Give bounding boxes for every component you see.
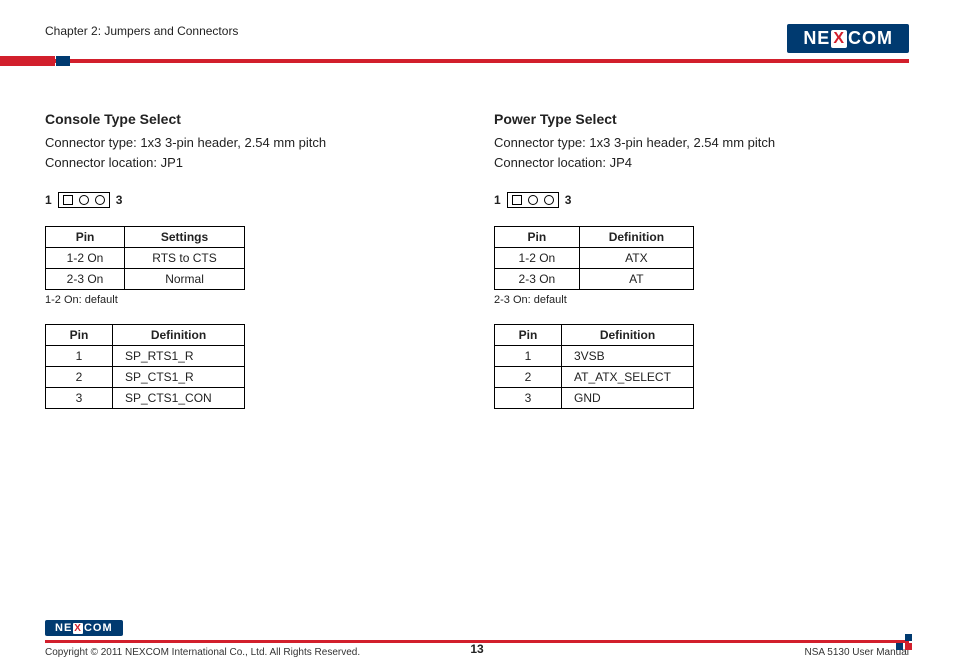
nexcom-logo: NEXCOM — [787, 24, 909, 53]
cell: SP_CTS1_CON — [113, 388, 245, 409]
settings-table: Pin Settings 1-2 On RTS to CTS 2-3 On No… — [45, 226, 245, 290]
cell: SP_CTS1_R — [113, 367, 245, 388]
logo-x-icon: X — [73, 623, 83, 634]
logo-post: COM — [848, 28, 893, 49]
cell: 3VSB — [562, 346, 694, 367]
table-row: 1-2 On ATX — [495, 248, 694, 269]
pin-circle-icon — [79, 195, 89, 205]
desc-line2: Connector location: JP4 — [494, 155, 632, 170]
desc-line1: Connector type: 1x3 3-pin header, 2.54 m… — [45, 135, 326, 150]
cell: 3 — [46, 388, 113, 409]
jumper-diagram: 1 3 — [494, 192, 909, 208]
th-settings: Settings — [125, 227, 245, 248]
page-footer: NEXCOM Copyright © 2011 NEXCOM Internati… — [45, 640, 909, 658]
power-type-section: Power Type Select Connector type: 1x3 3-… — [494, 111, 909, 409]
cell: 1-2 On — [495, 248, 580, 269]
pin-circle-icon — [544, 195, 554, 205]
pin-circle-icon — [95, 195, 105, 205]
page-number: 13 — [470, 642, 483, 656]
cell: Normal — [125, 269, 245, 290]
section-title: Console Type Select — [45, 111, 460, 127]
logo-pre: NE — [55, 622, 72, 634]
cell: 3 — [495, 388, 562, 409]
th-pin: Pin — [46, 325, 113, 346]
pin-label-1: 1 — [494, 193, 501, 207]
cell: AT_ATX_SELECT — [562, 367, 694, 388]
cell: 2-3 On — [495, 269, 580, 290]
pin-label-3: 3 — [565, 193, 572, 207]
console-type-section: Console Type Select Connector type: 1x3 … — [45, 111, 460, 409]
logo-x-icon: X — [831, 30, 847, 48]
cell: 2-3 On — [46, 269, 125, 290]
table-row: 3 GND — [495, 388, 694, 409]
cell: GND — [562, 388, 694, 409]
jumper-box — [507, 192, 559, 208]
th-definition: Definition — [579, 227, 693, 248]
settings-table: Pin Definition 1-2 On ATX 2-3 On AT — [494, 226, 694, 290]
header-accent-blue — [56, 56, 70, 66]
chapter-title: Chapter 2: Jumpers and Connectors — [45, 24, 238, 38]
th-definition: Definition — [562, 325, 694, 346]
table-row: Pin Definition — [495, 325, 694, 346]
cell: AT — [579, 269, 693, 290]
sq-blue — [896, 643, 903, 650]
table-row: 2-3 On AT — [495, 269, 694, 290]
desc-line1: Connector type: 1x3 3-pin header, 2.54 m… — [494, 135, 775, 150]
table-row: 1-2 On RTS to CTS — [46, 248, 245, 269]
logo-pre: NE — [803, 28, 830, 49]
cell: ATX — [579, 248, 693, 269]
definition-table: Pin Definition 1 3VSB 2 AT_ATX_SELECT 3 … — [494, 324, 694, 409]
table-row: 2-3 On Normal — [46, 269, 245, 290]
footer-logo: NEXCOM — [45, 620, 123, 636]
table-row: Pin Definition — [46, 325, 245, 346]
header-divider — [45, 59, 909, 63]
logo-post: COM — [84, 622, 113, 634]
sq-red — [905, 643, 912, 650]
table-row: 2 AT_ATX_SELECT — [495, 367, 694, 388]
cell: 1 — [495, 346, 562, 367]
sq-blue — [905, 634, 912, 641]
default-note: 1-2 On: default — [45, 294, 460, 306]
cell: 1 — [46, 346, 113, 367]
section-title: Power Type Select — [494, 111, 909, 127]
th-pin: Pin — [46, 227, 125, 248]
copyright: Copyright © 2011 NEXCOM International Co… — [45, 647, 360, 658]
pin-label-3: 3 — [116, 193, 123, 207]
th-pin: Pin — [495, 325, 562, 346]
table-row: Pin Definition — [495, 227, 694, 248]
section-desc: Connector type: 1x3 3-pin header, 2.54 m… — [45, 133, 460, 172]
cell: RTS to CTS — [125, 248, 245, 269]
table-row: 2 SP_CTS1_R — [46, 367, 245, 388]
th-pin: Pin — [495, 227, 580, 248]
pin-square-icon — [63, 195, 73, 205]
header-accent-red — [0, 56, 55, 66]
footer-squares-icon — [896, 634, 913, 651]
pin-label-1: 1 — [45, 193, 52, 207]
section-desc: Connector type: 1x3 3-pin header, 2.54 m… — [494, 133, 909, 172]
cell: 1-2 On — [46, 248, 125, 269]
desc-line2: Connector location: JP1 — [45, 155, 183, 170]
pin-square-icon — [512, 195, 522, 205]
default-note: 2-3 On: default — [494, 294, 909, 306]
table-row: 3 SP_CTS1_CON — [46, 388, 245, 409]
cell: 2 — [495, 367, 562, 388]
definition-table: Pin Definition 1 SP_RTS1_R 2 SP_CTS1_R 3… — [45, 324, 245, 409]
table-row: 1 3VSB — [495, 346, 694, 367]
table-row: 1 SP_RTS1_R — [46, 346, 245, 367]
manual-name: NSA 5130 User Manual — [804, 647, 909, 658]
pin-circle-icon — [528, 195, 538, 205]
sq — [896, 634, 903, 641]
cell: 2 — [46, 367, 113, 388]
jumper-diagram: 1 3 — [45, 192, 460, 208]
cell: SP_RTS1_R — [113, 346, 245, 367]
th-definition: Definition — [113, 325, 245, 346]
table-row: Pin Settings — [46, 227, 245, 248]
jumper-box — [58, 192, 110, 208]
